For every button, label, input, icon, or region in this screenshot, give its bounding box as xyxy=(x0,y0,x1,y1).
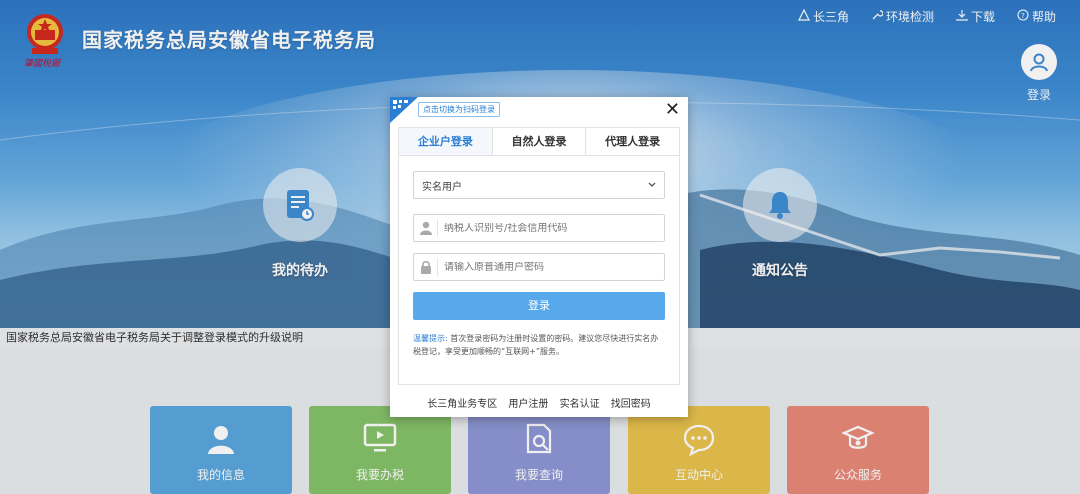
link-register[interactable]: 用户注册 xyxy=(508,399,548,410)
link-realname-auth[interactable]: 实名认证 xyxy=(560,399,600,410)
user-type-select[interactable]: 实名用户 xyxy=(413,171,665,199)
login-tabs: 企业户登录 自然人登录 代理人登录 xyxy=(399,128,680,156)
tab-individual[interactable]: 自然人登录 xyxy=(492,128,587,155)
password-field[interactable] xyxy=(413,253,665,281)
user-icon xyxy=(414,219,438,237)
link-recover-password[interactable]: 找回密码 xyxy=(611,399,651,410)
tip-label: 温馨提示: xyxy=(413,334,448,343)
tab-enterprise[interactable]: 企业户登录 xyxy=(399,128,493,155)
close-icon[interactable]: ✕ xyxy=(665,99,680,120)
login-modal: 点击切换为扫码登录 ✕ 企业户登录 自然人登录 代理人登录 实名用户 登录 xyxy=(390,97,688,417)
qr-switch-tip[interactable]: 点击切换为扫码登录 xyxy=(418,102,500,117)
tab-agent[interactable]: 代理人登录 xyxy=(586,128,680,155)
login-button[interactable]: 登录 xyxy=(413,292,665,320)
select-value: 实名用户 xyxy=(422,181,462,193)
tip-text: 首次登录密码为注册时设置的密码。建议您尽快进行实名办税登记，享受更加顺畅的“互联… xyxy=(413,334,659,356)
link-yangtze-zone[interactable]: 长三角业务专区 xyxy=(427,399,497,410)
modal-links: 长三角业务专区 用户注册 实名认证 找回密码 xyxy=(390,395,688,410)
chevron-down-icon xyxy=(648,180,656,191)
login-tip: 温馨提示: 首次登录密码为注册时设置的密码。建议您尽快进行实名办税登记，享受更加… xyxy=(413,332,665,358)
login-panel: 企业户登录 自然人登录 代理人登录 实名用户 登录 温馨提示: 首次登录密码 xyxy=(398,127,680,385)
lock-icon xyxy=(414,258,438,276)
qr-code-icon[interactable] xyxy=(390,97,418,123)
password-input[interactable] xyxy=(444,261,644,273)
taxpayer-id-field[interactable] xyxy=(413,214,665,242)
taxpayer-id-input[interactable] xyxy=(444,222,644,234)
